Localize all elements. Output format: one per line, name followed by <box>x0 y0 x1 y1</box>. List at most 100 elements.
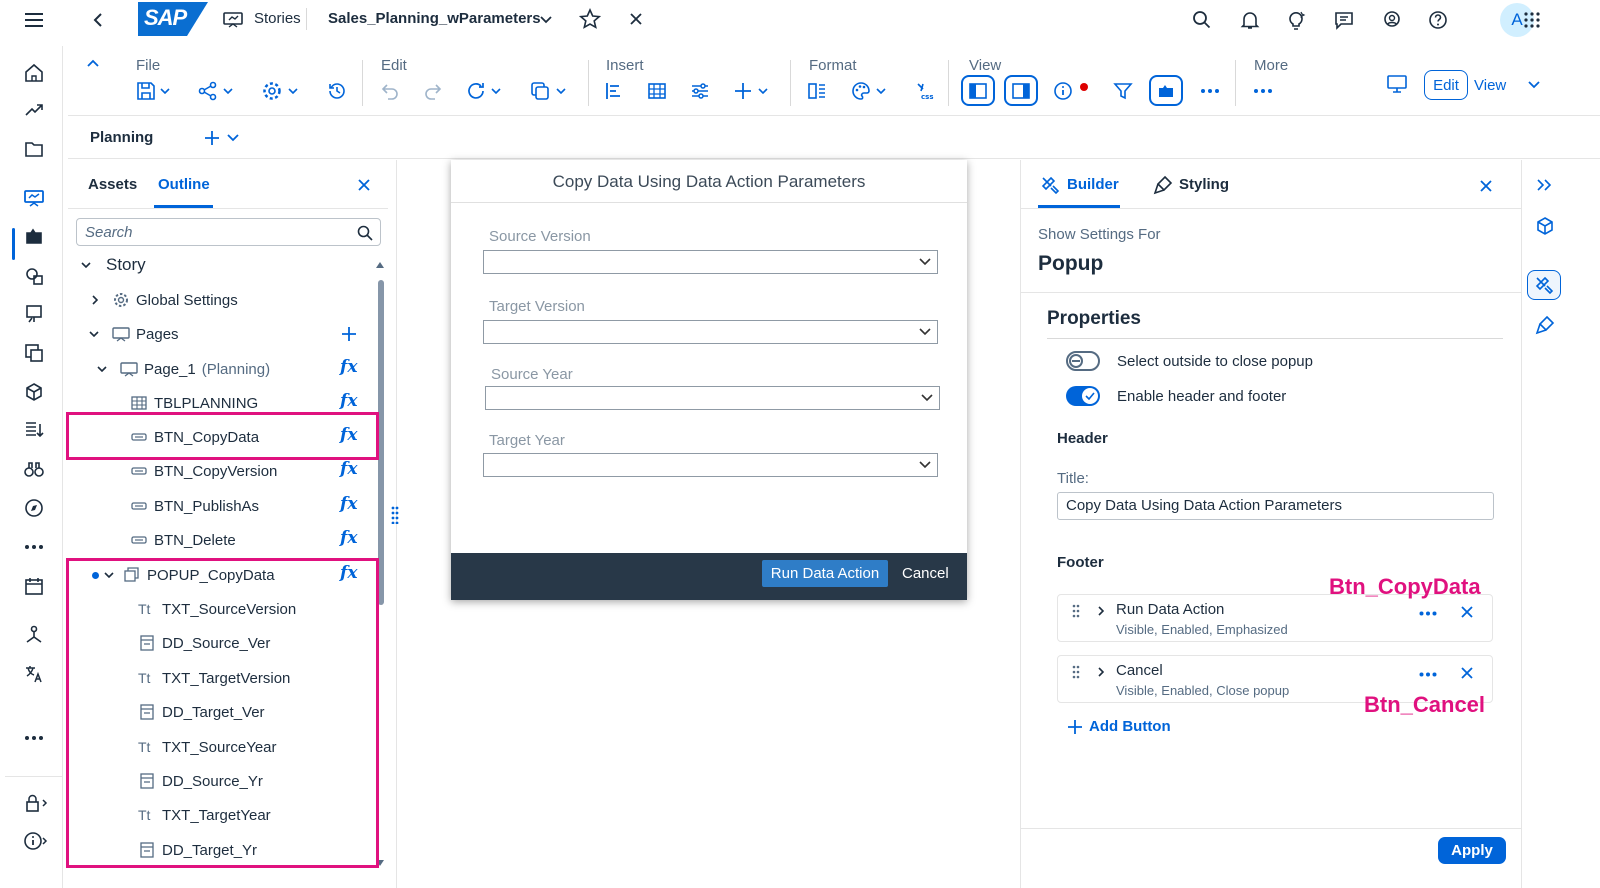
search-input[interactable]: Search <box>76 218 381 246</box>
source-year-dropdown[interactable] <box>485 386 940 410</box>
binoculars-icon[interactable] <box>23 458 45 480</box>
digital-boardroom-icon[interactable] <box>23 303 45 325</box>
popup-copy-data[interactable]: Copy Data Using Data Action Parameters S… <box>451 160 967 600</box>
search-icon[interactable] <box>356 224 374 242</box>
drag-handle-icon[interactable] <box>1070 603 1082 621</box>
lock-icon[interactable] <box>23 792 49 814</box>
tree-item-btn-delete[interactable]: BTN_Delete <box>130 526 236 554</box>
chevron-right-icon[interactable] <box>90 295 100 305</box>
close-icon[interactable] <box>1478 178 1494 194</box>
settings-icon[interactable] <box>260 79 284 103</box>
builder-icon[interactable] <box>1527 270 1561 300</box>
script-fx-icon[interactable]: fx <box>340 357 357 377</box>
popup-title-input[interactable]: Copy Data Using Data Action Parameters <box>1057 492 1494 520</box>
target-version-dropdown[interactable] <box>483 320 938 344</box>
more-icon[interactable] <box>23 727 45 749</box>
close-outside-toggle[interactable] <box>1066 351 1100 371</box>
calendar-icon[interactable] <box>23 575 45 597</box>
chevron-down-icon[interactable] <box>158 79 172 103</box>
share-icon[interactable] <box>196 79 220 103</box>
table-insert-icon[interactable] <box>645 79 669 103</box>
refresh-icon[interactable] <box>464 79 488 103</box>
script-fx-icon[interactable]: fx <box>340 494 357 514</box>
cancel-button[interactable]: Cancel <box>902 560 949 587</box>
tree-item-btn-publishas[interactable]: BTN_PublishAs <box>130 492 259 520</box>
chevron-down-icon[interactable] <box>96 366 108 372</box>
present-icon[interactable] <box>1384 71 1410 97</box>
more-icon[interactable] <box>1251 79 1275 103</box>
star-icon[interactable] <box>578 7 602 31</box>
view-mode-button[interactable]: View <box>1474 70 1554 100</box>
script-fx-icon[interactable]: fx <box>340 528 357 548</box>
tree-item-story[interactable]: Story <box>80 251 146 279</box>
apply-button[interactable]: Apply <box>1438 837 1506 864</box>
tree-item-pages[interactable]: Pages <box>88 320 179 348</box>
chat-icon[interactable] <box>1332 8 1356 32</box>
add-icon[interactable] <box>731 79 755 103</box>
tree-item-btn-copyversion[interactable]: BTN_CopyVersion <box>130 457 277 485</box>
more-icon[interactable] <box>1198 79 1222 103</box>
expand-icon[interactable] <box>1534 176 1554 194</box>
chevron-right-icon[interactable] <box>1096 666 1106 678</box>
redo-icon[interactable] <box>421 79 445 103</box>
more-icon[interactable] <box>1418 670 1438 678</box>
search-icon[interactable] <box>1190 8 1214 32</box>
chevron-down-icon[interactable] <box>80 262 92 268</box>
copy-icon[interactable] <box>528 79 552 103</box>
cube-icon[interactable] <box>23 381 45 403</box>
chevron-down-icon[interactable] <box>756 79 770 103</box>
remove-icon[interactable] <box>1460 605 1474 619</box>
add-icon[interactable] <box>202 128 222 148</box>
sap-logo[interactable]: SAP <box>138 2 208 36</box>
filter-icon[interactable] <box>1111 79 1135 103</box>
compass-icon[interactable] <box>23 497 45 519</box>
hamburger-menu-icon[interactable] <box>20 6 48 34</box>
chevron-down-icon[interactable] <box>226 131 240 145</box>
collapse-toolbar-icon[interactable] <box>85 56 101 70</box>
script-fx-icon[interactable]: fx <box>340 459 357 479</box>
tree-item-page-1[interactable]: Page_1 (Planning) <box>96 355 270 383</box>
chevron-down-icon[interactable] <box>554 79 568 103</box>
target-year-dropdown[interactable] <box>483 453 938 477</box>
lightbulb-icon[interactable] <box>1284 8 1308 32</box>
bell-icon[interactable] <box>1238 8 1262 32</box>
connections-icon[interactable] <box>23 624 45 646</box>
right-panel-toggle-icon[interactable] <box>1004 75 1038 106</box>
chevron-right-icon[interactable] <box>1096 605 1106 617</box>
tab-builder[interactable]: Builder <box>1067 176 1119 193</box>
add-page-icon[interactable] <box>340 325 358 343</box>
remove-icon[interactable] <box>1460 666 1474 680</box>
chevron-down-icon[interactable] <box>88 331 100 337</box>
layout-icon[interactable] <box>805 79 829 103</box>
apps-grid-icon[interactable] <box>1520 8 1544 32</box>
left-panel-toggle-icon[interactable] <box>961 75 995 106</box>
css-icon[interactable]: css <box>913 79 937 103</box>
run-data-action-button[interactable]: Run Data Action <box>762 560 888 587</box>
more-icon[interactable] <box>1418 609 1438 617</box>
file-title[interactable]: Sales_Planning_wParameters <box>328 10 541 27</box>
chevron-down-icon[interactable] <box>286 79 300 103</box>
chevron-down-icon[interactable] <box>221 79 235 103</box>
stories-nav-icon[interactable] <box>23 187 45 209</box>
history-icon[interactable] <box>325 79 349 103</box>
tab-styling[interactable]: Styling <box>1179 176 1229 193</box>
info-icon[interactable] <box>1051 79 1075 103</box>
analytic-app-icon[interactable] <box>23 226 45 248</box>
styling-brush-icon[interactable] <box>1534 314 1556 336</box>
tab-assets[interactable]: Assets <box>88 176 137 193</box>
more-icon[interactable] <box>23 536 45 558</box>
drag-handle-icon[interactable] <box>1070 664 1082 682</box>
tab-outline[interactable]: Outline <box>158 176 210 193</box>
info-icon[interactable] <box>23 830 49 852</box>
script-fx-icon[interactable]: fx <box>340 391 357 411</box>
trend-icon[interactable] <box>23 98 45 120</box>
palette-icon[interactable] <box>849 79 873 103</box>
cube-icon[interactable] <box>1534 215 1556 237</box>
chevron-down-icon[interactable] <box>874 79 888 103</box>
chart-insert-icon[interactable] <box>602 79 626 103</box>
chevron-down-icon[interactable] <box>538 13 554 27</box>
close-icon[interactable] <box>626 9 646 29</box>
tree-item-global-settings[interactable]: Global Settings <box>90 286 238 314</box>
chevron-down-icon[interactable] <box>489 79 503 103</box>
data-actions-icon[interactable] <box>23 419 45 441</box>
